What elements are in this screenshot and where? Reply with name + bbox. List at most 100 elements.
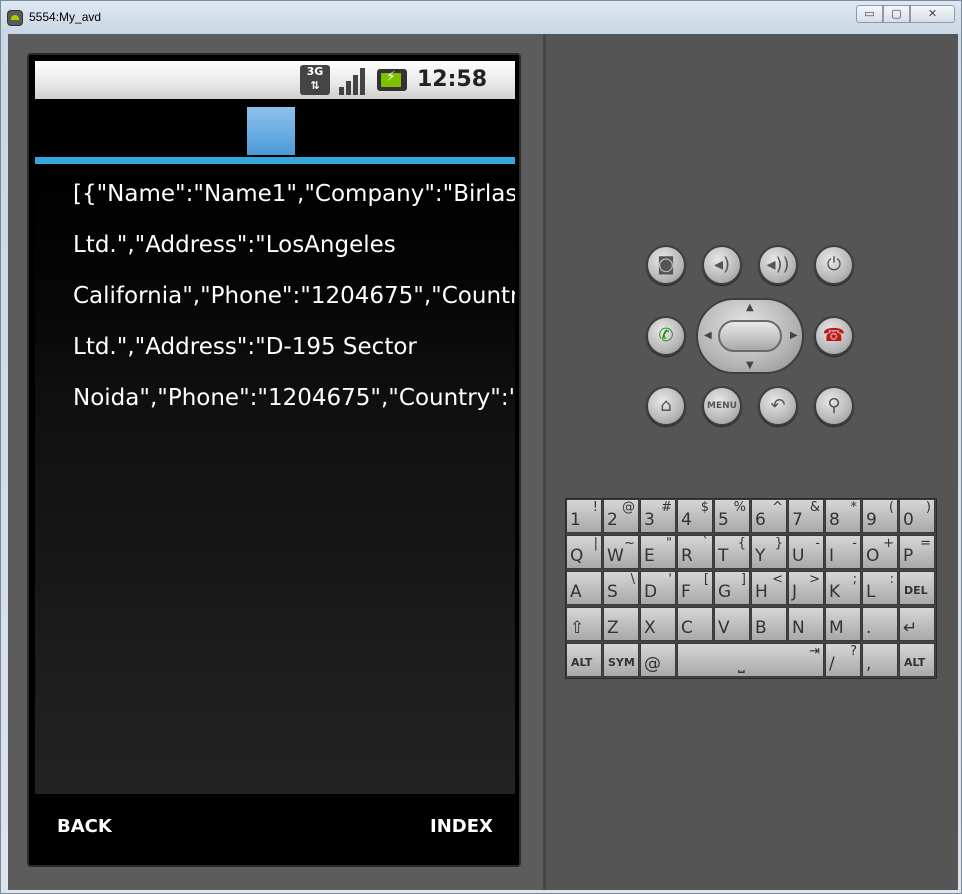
- key-label: V: [718, 618, 730, 638]
- key-.[interactable]: .: [862, 607, 898, 641]
- key-alt[interactable]: ALT: [566, 643, 602, 677]
- key-s[interactable]: S \: [603, 571, 639, 605]
- key-m[interactable]: M: [825, 607, 861, 641]
- key-z[interactable]: Z: [603, 607, 639, 641]
- index-button[interactable]: INDEX: [430, 816, 493, 837]
- call-icon[interactable]: ✆: [646, 316, 686, 356]
- key-9[interactable]: 9(: [862, 499, 898, 533]
- key-alt-label: ": [666, 536, 672, 551]
- key-label: /: [829, 654, 835, 674]
- menu-button[interactable]: MENU: [702, 386, 742, 426]
- key-alt-label: }: [774, 536, 783, 551]
- back-button[interactable]: BACK: [57, 816, 112, 837]
- title-bar[interactable]: 5554:My_avd ▭ ▢ ✕: [1, 1, 961, 33]
- key-k[interactable]: K;: [825, 571, 861, 605]
- key-label: E: [644, 546, 655, 566]
- signal-strength-icon: [339, 65, 369, 95]
- key-alt-label: <: [772, 572, 783, 587]
- json-content-view[interactable]: [{"Name":"Name1","Company":"Birlasoft Lt…: [35, 164, 515, 794]
- key-⇧[interactable]: ⇧: [566, 607, 602, 641]
- key-y[interactable]: Y}: [751, 535, 787, 569]
- key-1[interactable]: 1!: [566, 499, 602, 533]
- dpad-center-button[interactable]: [718, 320, 782, 352]
- key-v[interactable]: V: [714, 607, 750, 641]
- key-c[interactable]: C: [677, 607, 713, 641]
- key-alt-label: `: [702, 536, 710, 551]
- dpad[interactable]: ▲ ▼ ◀ ▶: [696, 298, 804, 374]
- key-x[interactable]: X: [640, 607, 676, 641]
- key-label: 1: [570, 510, 581, 530]
- key-a[interactable]: A: [566, 571, 602, 605]
- content-line: Ltd.","Address":"D-195 Sector: [73, 334, 417, 360]
- key-space[interactable]: ⎵ ⇥: [677, 643, 824, 677]
- key-7[interactable]: 7 &: [788, 499, 824, 533]
- power-icon[interactable]: ⏻: [814, 245, 854, 285]
- key-label: 6: [755, 510, 766, 530]
- end-call-icon[interactable]: ☎: [814, 316, 854, 356]
- key-2[interactable]: 2 @: [603, 499, 639, 533]
- key-slash[interactable]: /?: [825, 643, 861, 677]
- key-d[interactable]: D ': [640, 571, 676, 605]
- key-r[interactable]: R `: [677, 535, 713, 569]
- key-↵[interactable]: ↵: [899, 607, 935, 641]
- home-icon[interactable]: ⌂: [646, 386, 686, 426]
- key-0[interactable]: 0): [899, 499, 935, 533]
- key-o[interactable]: O +: [862, 535, 898, 569]
- back-arrow-icon[interactable]: ↶: [758, 386, 798, 426]
- close-button[interactable]: ✕: [910, 5, 955, 23]
- key-label: X: [644, 618, 656, 638]
- key-label: W: [607, 546, 624, 566]
- key-f[interactable]: F[: [677, 571, 713, 605]
- key-j[interactable]: J >: [788, 571, 824, 605]
- volume-up-icon[interactable]: ◂)): [758, 245, 798, 285]
- key-4[interactable]: 4 $: [677, 499, 713, 533]
- volume-down-icon[interactable]: ◂): [702, 245, 742, 285]
- key-label: N: [792, 618, 805, 638]
- key-3[interactable]: 3 #: [640, 499, 676, 533]
- dpad-down-icon[interactable]: ▼: [746, 360, 754, 371]
- key-q[interactable]: Q |: [566, 535, 602, 569]
- content-line: [{"Name":"Name1","Company":"Birlasoft: [73, 181, 515, 207]
- key-b[interactable]: B: [751, 607, 787, 641]
- key-label: I: [829, 546, 835, 566]
- header-divider: [35, 157, 515, 164]
- key-g[interactable]: G]: [714, 571, 750, 605]
- key-label: G: [718, 582, 732, 602]
- key-t[interactable]: T{: [714, 535, 750, 569]
- key-e[interactable]: E ": [640, 535, 676, 569]
- dpad-left-icon[interactable]: ◀: [704, 330, 712, 341]
- content-line: California","Phone":"1204675","Country: [73, 283, 515, 309]
- key-l[interactable]: L:: [862, 571, 898, 605]
- dpad-up-icon[interactable]: ▲: [746, 302, 754, 313]
- key-5[interactable]: 5%: [714, 499, 750, 533]
- key-del[interactable]: DEL: [899, 571, 935, 605]
- key-w[interactable]: W ~: [603, 535, 639, 569]
- key-6[interactable]: 6 ^: [751, 499, 787, 533]
- camera-icon[interactable]: ◙: [646, 245, 686, 285]
- key-comma[interactable]: ,: [862, 643, 898, 677]
- key-n[interactable]: N: [788, 607, 824, 641]
- key-alt-label: -: [815, 536, 820, 551]
- maximize-button[interactable]: ▢: [883, 5, 910, 23]
- key-label: SYM: [608, 656, 635, 669]
- dpad-right-icon[interactable]: ▶: [790, 330, 798, 341]
- app-image-placeholder[interactable]: [247, 107, 295, 155]
- search-icon[interactable]: ⚲: [814, 386, 854, 426]
- key-label: L: [866, 582, 876, 602]
- key-u[interactable]: U-: [788, 535, 824, 569]
- key-alt2[interactable]: ALT: [899, 643, 935, 677]
- key-8[interactable]: 8 *: [825, 499, 861, 533]
- key-sym[interactable]: SYM: [603, 643, 639, 677]
- minimize-button[interactable]: ▭: [856, 5, 883, 23]
- key-label: F: [681, 582, 691, 602]
- key-p[interactable]: P =: [899, 535, 935, 569]
- network-3g-icon: 3G ⇅: [300, 65, 330, 95]
- device-screen[interactable]: 3G⇅ 12:58 PM [{"Name":"Name1","Company":…: [27, 53, 521, 867]
- key-alt-label: ]: [740, 572, 746, 587]
- key-i[interactable]: I-: [825, 535, 861, 569]
- key-at[interactable]: @: [640, 643, 676, 677]
- key-label: 2: [607, 510, 618, 530]
- key-alt-label: ;: [852, 572, 857, 587]
- key-label: O: [866, 546, 880, 566]
- key-h[interactable]: H <: [751, 571, 787, 605]
